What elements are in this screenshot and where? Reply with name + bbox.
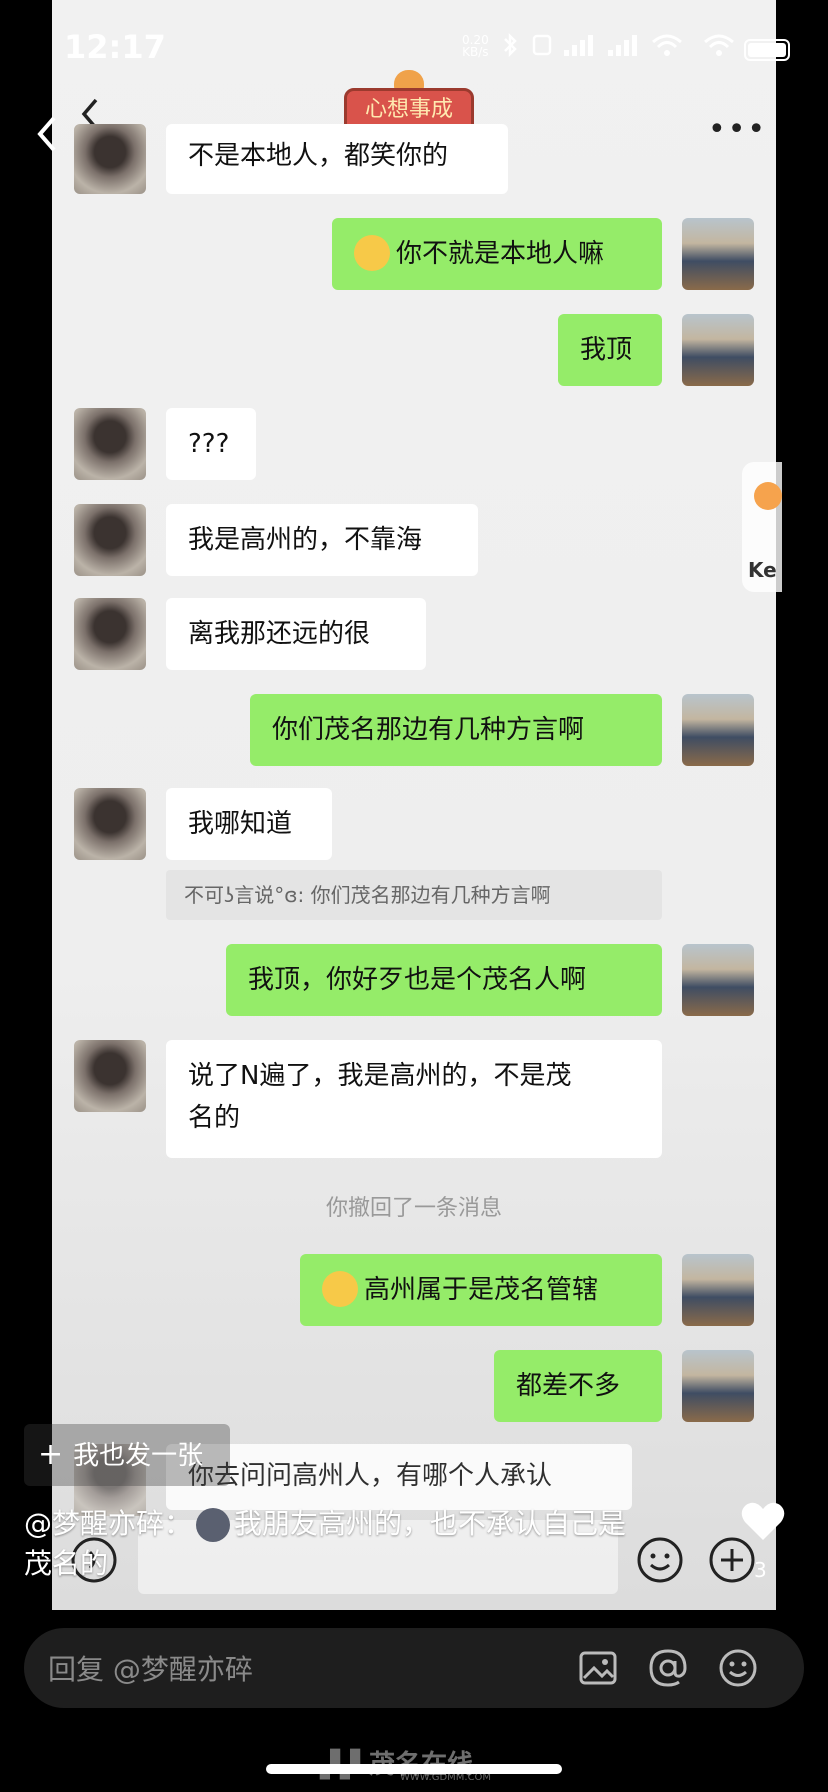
signal-icon [564,35,593,56]
message-bubble[interactable]: 我顶，你好歹也是个茂名人啊 [226,944,662,1016]
more-icon[interactable]: ••• [708,112,767,147]
side-floating-tab[interactable]: Ke [742,462,782,592]
like-count: 3 [754,1558,767,1582]
message-bubble[interactable]: ??? [166,408,256,480]
bluetooth-icon [504,32,517,58]
reply-input[interactable]: 回复 @梦醒亦碎 [48,1648,253,1688]
message-bubble[interactable]: 我是高州的，不靠海 [166,504,478,576]
top-comment[interactable]: @梦醒亦碎： 我朋友高州的，也不承认自己是 茂名的 [24,1504,704,1584]
message-bubble[interactable]: 不是本地人，都笑你的 [166,124,508,194]
avatar[interactable] [74,788,146,860]
message-text-line: 名的 [188,1103,241,1133]
plus-small-icon: + [38,1437,64,1472]
at-icon[interactable] [646,1646,690,1690]
message-bubble[interactable]: 你们茂名那边有几种方言啊 [250,694,662,766]
side-tab-avatar-icon [754,482,782,510]
emoji-icon [322,1270,358,1307]
quoted-message[interactable]: 不可ʖ言说°ɞ: 你们茂名那边有几种方言啊 [166,870,662,920]
message-text: 高州属于是茂名管辖 [364,1275,599,1305]
battery-icon [744,39,790,61]
message-bubble[interactable]: 离我那还远的很 [166,598,426,670]
post-too-label: 我也发一张 [73,1441,204,1471]
avatar[interactable] [682,694,754,766]
side-tab-label: Ke [748,558,777,582]
emoji-icon[interactable] [716,1646,760,1690]
avatar[interactable] [682,1350,754,1422]
message-bubble[interactable]: 都差不多 [494,1350,662,1422]
avatar[interactable] [74,408,146,480]
comment-text-cont: 茂名的 [24,1547,109,1580]
husky-emoji-icon [196,1508,231,1542]
avatar[interactable] [74,504,146,576]
avatar[interactable] [74,124,146,194]
post-too-button[interactable]: + 我也发一张 [24,1424,230,1486]
back-chevron-icon[interactable] [36,114,58,154]
message-bubble[interactable]: 高州属于是茂名管辖 [300,1254,662,1326]
message-bubble[interactable]: 我顶 [558,314,662,386]
avatar[interactable] [682,314,754,386]
message-text: 你不就是本地人嘛 [396,239,605,269]
message-bubble[interactable]: 你去问问高州人，有哪个人承认 [166,1444,632,1510]
plus-icon[interactable] [708,1536,756,1584]
avatar[interactable] [682,218,754,290]
heart-icon[interactable] [740,1500,786,1542]
home-indicator[interactable] [266,1764,562,1774]
comment-user[interactable]: @梦醒亦碎： [24,1507,192,1540]
avatar[interactable] [74,1040,146,1112]
message-bubble[interactable]: 我哪知道 [166,788,332,860]
comment-text: 我朋友高州的，也不承认自己是 [234,1507,627,1540]
avatar[interactable] [682,1254,754,1326]
recall-notice: 你撤回了一条消息 [325,1196,502,1221]
reply-bar[interactable]: 回复 @梦醒亦碎 [24,1628,804,1708]
vibrate-icon [532,34,552,56]
avatar[interactable] [682,944,754,1016]
net-speed: 0.20 KB/s [462,34,489,58]
status-time: 12:17 [64,28,166,66]
message-text-line: 说了N遍了，我是高州的，不是茂 [188,1061,572,1091]
signal-2-icon [608,35,637,56]
net-speed-unit: KB/s [462,45,489,59]
message-bubble[interactable]: 你不就是本地人嘛 [332,218,662,290]
wifi-2-icon [704,34,734,56]
wifi-icon [652,34,682,56]
image-icon[interactable] [576,1646,620,1690]
emoji-icon [354,234,390,271]
avatar[interactable] [74,598,146,670]
message-bubble[interactable]: 说了N遍了，我是高州的，不是茂 名的 [166,1040,662,1158]
